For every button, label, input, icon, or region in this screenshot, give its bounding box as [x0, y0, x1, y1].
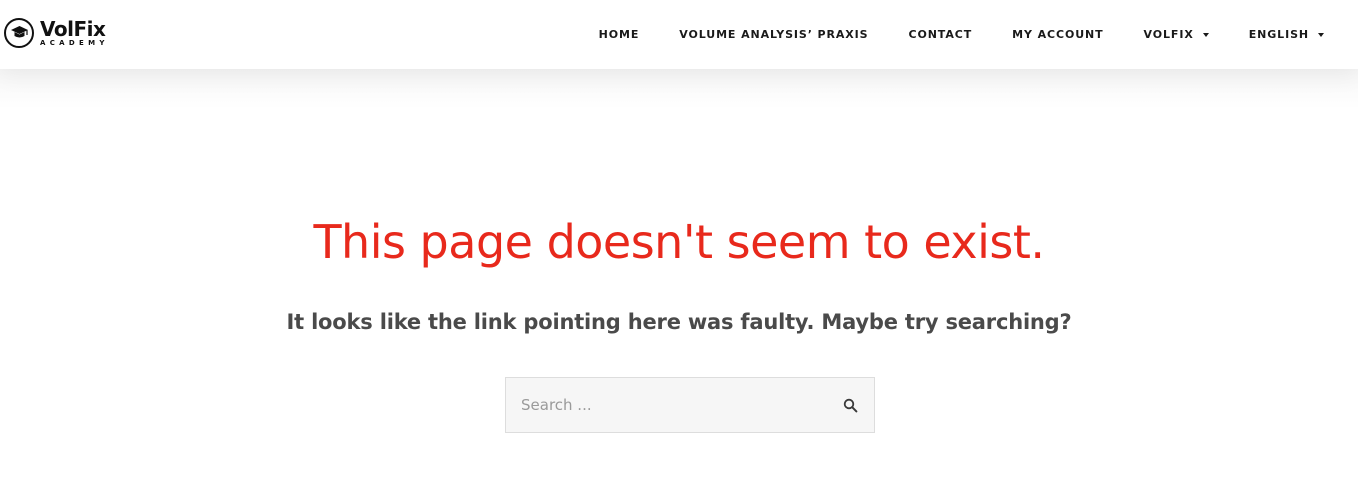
- nav-item-my-account[interactable]: MY ACCOUNT: [992, 0, 1123, 69]
- nav-item-home[interactable]: HOME: [579, 0, 660, 69]
- site-logo[interactable]: VolFix ACADEMY: [4, 16, 109, 50]
- search-form: [505, 377, 875, 433]
- nav-item-language[interactable]: ENGLISH: [1229, 0, 1344, 69]
- nav-item-label: VOLFIX: [1143, 28, 1194, 41]
- header-shadow: [0, 69, 1358, 109]
- logo-text: VolFix ACADEMY: [40, 19, 109, 47]
- nav-item-label: ENGLISH: [1248, 28, 1309, 41]
- nav-item-contact[interactable]: CONTACT: [888, 0, 992, 69]
- search-input[interactable]: [506, 378, 826, 432]
- main-content: This page doesn't seem to exist. It look…: [0, 69, 1358, 502]
- nav-item-volume-analysis-praxis[interactable]: VOLUME ANALYSIS’ PRAXIS: [659, 0, 888, 69]
- site-header: VolFix ACADEMY HOME VOLUME ANALYSIS’ PRA…: [0, 0, 1358, 69]
- caret-down-icon: [1318, 32, 1324, 37]
- logo-tagline: ACADEMY: [40, 39, 109, 47]
- nav-item-volfix[interactable]: VOLFIX: [1124, 0, 1229, 69]
- search-icon: [843, 398, 857, 412]
- error-title: This page doesn't seem to exist.: [313, 215, 1045, 269]
- nav-item-label: CONTACT: [908, 28, 973, 41]
- error-message: It looks like the link pointing here was…: [286, 310, 1072, 334]
- nav-item-label: MY ACCOUNT: [1012, 28, 1104, 41]
- graduation-cap-icon: [4, 18, 34, 48]
- search-button[interactable]: [826, 378, 874, 432]
- nav-item-label: VOLUME ANALYSIS’ PRAXIS: [679, 28, 869, 41]
- main-nav: HOME VOLUME ANALYSIS’ PRAXIS CONTACT MY …: [579, 0, 1344, 69]
- caret-down-icon: [1202, 32, 1209, 37]
- logo-name: VolFix: [40, 17, 106, 41]
- nav-item-label: HOME: [598, 28, 640, 41]
